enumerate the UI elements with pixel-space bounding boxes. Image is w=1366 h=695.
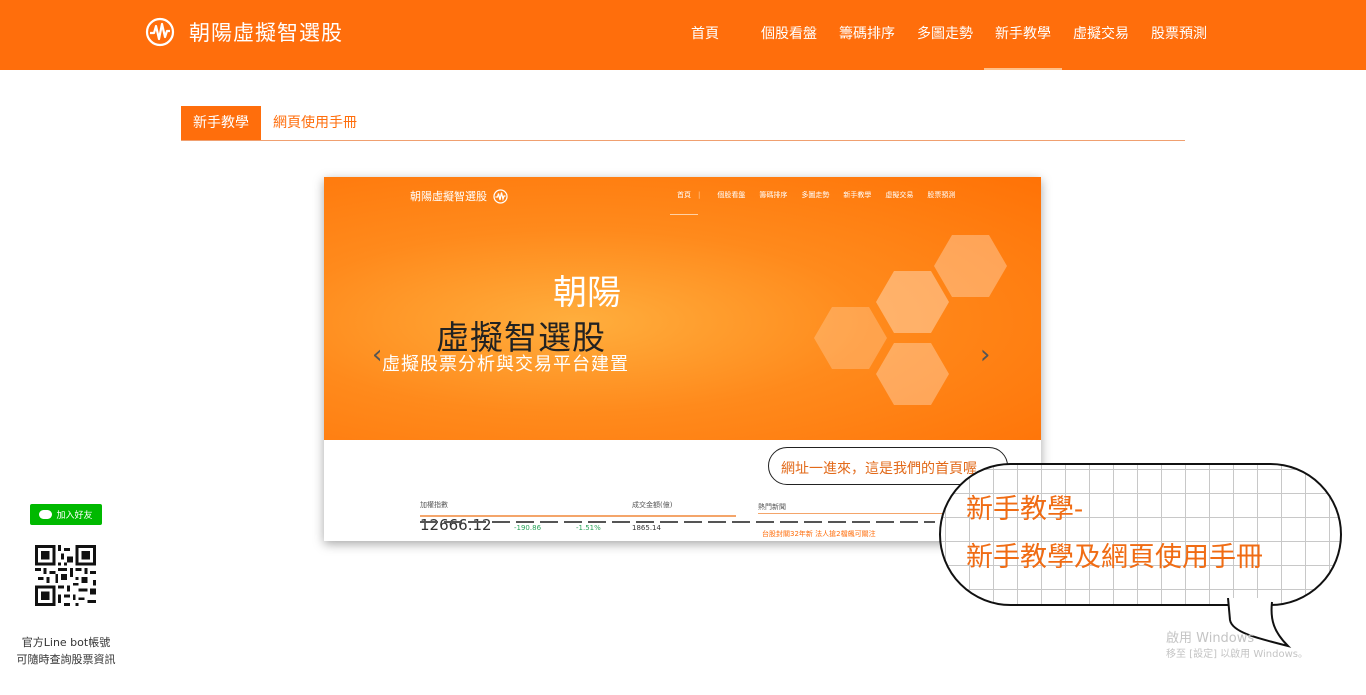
line-add-friend-label: 加入好友 [56,511,93,521]
windows-activation-watermark: 啟用 Windows [1166,631,1255,646]
preview-volume-label: 成交金額(億) [632,501,673,509]
tab-user-manual[interactable]: 網頁使用手冊 [261,106,369,140]
nav-tutorial[interactable]: 新手教學 [984,0,1062,70]
nav-stock-prediction[interactable]: 股票預測 [1140,0,1218,70]
preview-index-value: 12666.12 [420,516,492,534]
top-navbar: 朝陽虛擬智選股 首頁 個股看盤 籌碼排序 多圖走勢 新手教學 虛擬交易 股票預測 [0,0,1366,70]
preview-dashed-rule [420,521,935,523]
brand[interactable]: 朝陽虛擬智選股 [145,17,343,47]
nav-multi-chart[interactable]: 多圖走勢 [906,0,984,70]
pulse-circle-icon [145,17,175,47]
line-bot-caption: 官方Line bot帳號 [21,636,111,649]
preview-hero-tagline: 虛擬股票分析與交易平台建置 [382,354,629,375]
preview-nav-separator: | [698,191,701,199]
main-nav: 首頁 個股看盤 籌碼排序 多圖走勢 新手教學 虛擬交易 股票預測 [680,0,1218,70]
preview-nav-item: 個股看盤 [717,191,746,199]
preview-nav-item: 首頁 [670,177,698,215]
preview-hero-title: 朝陽 [553,273,621,313]
line-chat-icon [39,510,53,519]
preview-brand-title: 朝陽虛擬智選股 [410,190,487,203]
preview-index-label: 加權指數 [420,501,448,509]
preview-nav: 首頁 | 個股看盤 籌碼排序 多圖走勢 新手教學 虛擬交易 股票預測 [670,177,962,215]
line-bot-subcaption: 可隨時查詢股票資訊 [16,653,116,666]
preview-volume-value: 1865.14 [632,524,661,532]
bubble-subheading: 新手教學及網頁使用手冊 [966,542,1263,573]
preview-nav-item: 多圖走勢 [801,191,830,199]
preview-callout-text: 網址一進來，這是我們的首頁喔 [781,461,977,477]
nav-home[interactable]: 首頁 [680,0,730,70]
chevron-left-icon: ‹ [372,340,383,370]
preview-nav-item: 虛擬交易 [885,191,914,199]
preview-nav-item: 籌碼排序 [759,191,788,199]
nav-virtual-trading[interactable]: 虛擬交易 [1062,0,1140,70]
preview-index-change-pct: -1.51% [576,524,601,532]
windows-activation-hint: 移至 [設定] 以啟用 Windows。 [1166,649,1308,660]
preview-brand: 朝陽虛擬智選股 [410,188,508,204]
pulse-circle-icon [493,188,508,204]
nav-chip-ranking[interactable]: 籌碼排序 [828,0,906,70]
nav-stock-watch[interactable]: 個股看盤 [750,0,828,70]
preview-index-change: -190.86 [514,524,542,532]
preview-divider [420,515,736,517]
preview-nav-item: 股票預測 [927,191,956,199]
brand-title: 朝陽虛擬智選股 [189,21,343,45]
content-tabs: 新手教學 網頁使用手冊 [181,106,1185,141]
tutorial-slide-image: 朝陽虛擬智選股 首頁 | 個股看盤 籌碼排序 多圖走勢 新手教學 虛擬交易 股票… [324,177,1041,541]
qr-code-icon[interactable] [35,545,96,606]
preview-news-label: 熱門新聞 [758,503,786,511]
preview-nav-item: 新手教學 [843,191,872,199]
preview-news-text: 台股封關32年新 法人搶2檔飆可關注 [762,530,876,538]
bubble-heading: 新手教學- [966,494,1084,525]
preview-divider [758,513,958,514]
line-add-friend-button[interactable]: 加入好友 [30,504,102,525]
hexagon-decoration [814,235,1007,405]
tab-tutorial[interactable]: 新手教學 [181,106,261,140]
preview-hero-banner: 朝陽虛擬智選股 首頁 | 個股看盤 籌碼排序 多圖走勢 新手教學 虛擬交易 股票… [324,177,1041,440]
